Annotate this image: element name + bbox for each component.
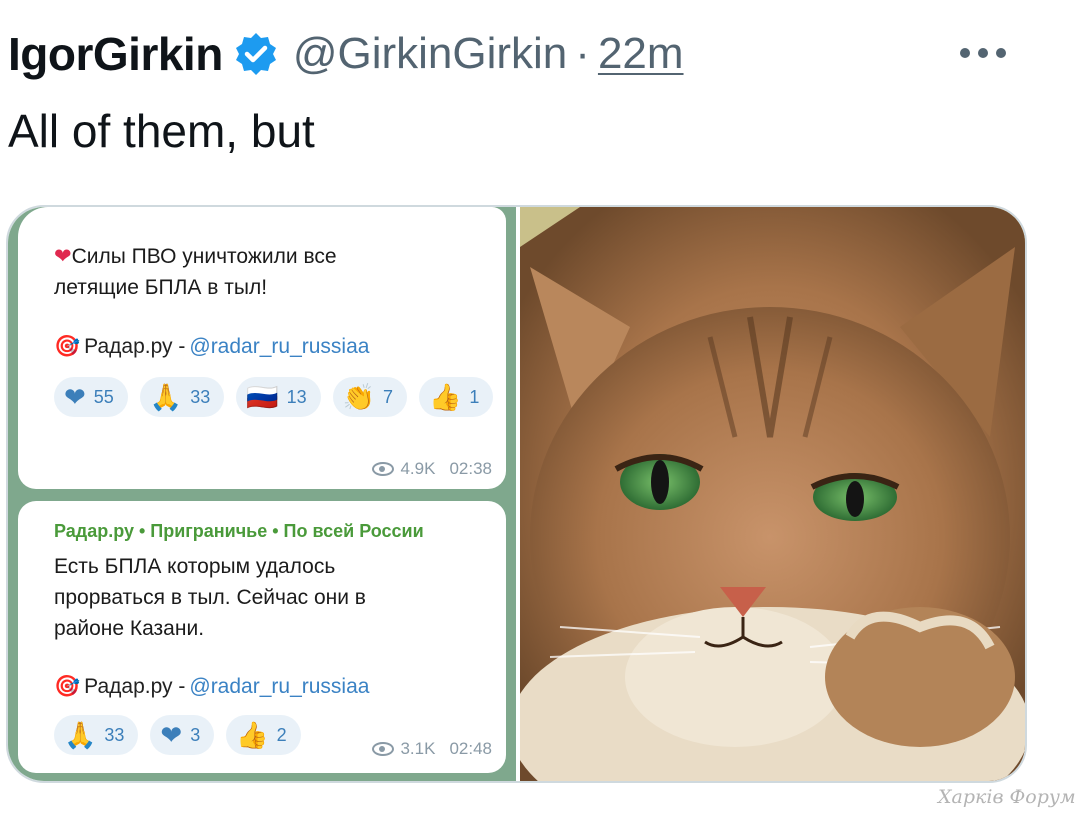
heart-icon: ❤ — [54, 245, 72, 268]
reactions-row: ❤ 55 🙏 33 🇷🇺 13 👏 7 👍 1 — [54, 377, 494, 417]
message-text: Есть БПЛА которым удалось прорваться в т… — [54, 555, 366, 640]
user-handle[interactable]: @GirkinGirkin — [293, 29, 567, 79]
display-name[interactable]: IgorGirkin — [8, 27, 223, 81]
telegram-message-1: ❤Силы ПВО уничтожили все летящие БПЛА в … — [18, 207, 506, 489]
reaction-pill: ❤ 55 — [54, 377, 128, 417]
radar-target-icon: 🎯 — [54, 335, 81, 358]
tweet-media-image[interactable]: ❤Силы ПВО уничтожили все летящие БПЛА в … — [6, 205, 1027, 783]
message-meta: 3.1K 02:48 — [372, 739, 492, 759]
message-meta: 4.9K 02:38 — [372, 459, 492, 479]
telegram-message-2: Радар.ру • Приграничье • По всей России … — [18, 501, 506, 773]
reaction-pill: ❤ 3 — [150, 715, 215, 755]
reaction-pill: 🇷🇺 13 — [236, 377, 321, 417]
reaction-pill: 🙏 33 — [54, 715, 139, 755]
separator-dot: · — [575, 29, 590, 78]
reaction-pill: 👏 7 — [332, 377, 408, 417]
eye-icon — [372, 462, 395, 476]
reaction-pill: 🙏 33 — [139, 377, 225, 417]
telegram-screenshot: ❤Силы ПВО уничтожили все летящие БПЛА в … — [8, 207, 516, 781]
channel-link: 🎯 Радар.ру - @radar_ru_russiaa — [54, 675, 370, 698]
reaction-pill: 👍 2 — [226, 715, 301, 755]
more-options-icon[interactable] — [960, 38, 1030, 68]
message-text: ❤Силы ПВО уничтожили все летящие БПЛА в … — [54, 245, 337, 299]
reaction-pill: 👍 1 — [419, 377, 494, 417]
tweet-text: All of them, but — [8, 105, 315, 157]
eye-icon — [372, 742, 395, 756]
message-source: Радар.ру • Приграничье • По всей России — [54, 521, 424, 541]
cat-photo — [520, 207, 1025, 781]
channel-link: 🎯 Радар.ру - @radar_ru_russiaa — [54, 335, 370, 358]
timestamp-link[interactable]: 22m — [598, 29, 684, 79]
radar-target-icon: 🎯 — [54, 675, 81, 698]
tweet-header: IgorGirkin @GirkinGirkin · 22m — [8, 22, 684, 86]
verified-badge-icon — [233, 31, 279, 77]
watermark: Харків Форум — [938, 786, 1076, 808]
